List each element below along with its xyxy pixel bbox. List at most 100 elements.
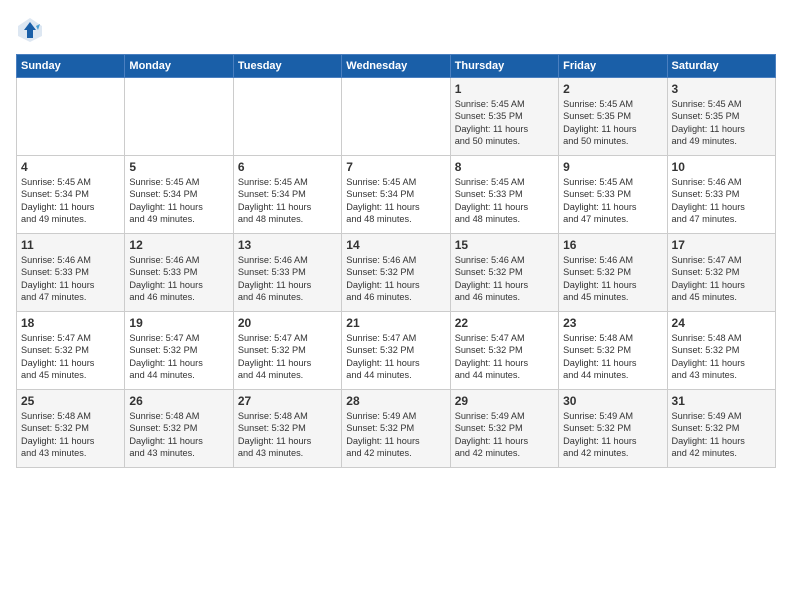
- day-info: Sunrise: 5:45 AM: [129, 176, 228, 188]
- day-number: 7: [346, 160, 445, 174]
- day-number: 8: [455, 160, 554, 174]
- day-number: 31: [672, 394, 771, 408]
- day-number: 17: [672, 238, 771, 252]
- day-info: and 45 minutes.: [563, 291, 662, 303]
- day-number: 14: [346, 238, 445, 252]
- day-info: Sunrise: 5:47 AM: [21, 332, 120, 344]
- day-info: Sunset: 5:34 PM: [21, 188, 120, 200]
- day-cell: 28Sunrise: 5:49 AMSunset: 5:32 PMDayligh…: [342, 390, 450, 468]
- day-number: 6: [238, 160, 337, 174]
- day-cell: 3Sunrise: 5:45 AMSunset: 5:35 PMDaylight…: [667, 78, 775, 156]
- day-info: Sunrise: 5:48 AM: [238, 410, 337, 422]
- day-cell: 30Sunrise: 5:49 AMSunset: 5:32 PMDayligh…: [559, 390, 667, 468]
- day-info: Sunset: 5:32 PM: [238, 422, 337, 434]
- day-number: 22: [455, 316, 554, 330]
- day-cell: 2Sunrise: 5:45 AMSunset: 5:35 PMDaylight…: [559, 78, 667, 156]
- day-info: Sunset: 5:32 PM: [346, 266, 445, 278]
- day-cell: 17Sunrise: 5:47 AMSunset: 5:32 PMDayligh…: [667, 234, 775, 312]
- day-info: Sunset: 5:32 PM: [455, 266, 554, 278]
- day-number: 21: [346, 316, 445, 330]
- day-number: 9: [563, 160, 662, 174]
- day-info: Sunset: 5:32 PM: [346, 344, 445, 356]
- day-number: 28: [346, 394, 445, 408]
- day-info: Daylight: 11 hours: [21, 201, 120, 213]
- day-cell: 16 Sunrise: 5:46 AMSunset: 5:32 PMDayligh…: [559, 234, 667, 312]
- day-info: Sunset: 5:32 PM: [563, 266, 662, 278]
- day-info: and 49 minutes.: [21, 213, 120, 225]
- header-cell-friday: Friday: [559, 55, 667, 78]
- day-info: Sunset: 5:32 PM: [672, 422, 771, 434]
- day-info: and 46 minutes.: [346, 291, 445, 303]
- day-info: and 46 minutes.: [129, 291, 228, 303]
- day-info: and 43 minutes.: [21, 447, 120, 459]
- day-info: Daylight: 11 hours: [238, 435, 337, 447]
- day-info: Sunset: 5:32 PM: [21, 422, 120, 434]
- day-info: Daylight: 11 hours: [129, 435, 228, 447]
- day-info: and 43 minutes.: [129, 447, 228, 459]
- day-cell: 19Sunrise: 5:47 AMSunset: 5:32 PMDayligh…: [125, 312, 233, 390]
- day-cell: 5Sunrise: 5:45 AMSunset: 5:34 PMDaylight…: [125, 156, 233, 234]
- day-info: and 48 minutes.: [455, 213, 554, 225]
- day-info: Sunrise: 5:46 AM: [346, 254, 445, 266]
- day-info: Daylight: 11 hours: [346, 279, 445, 291]
- day-info: Sunrise: 5:47 AM: [455, 332, 554, 344]
- day-info: and 47 minutes.: [563, 213, 662, 225]
- day-info: and 43 minutes.: [672, 369, 771, 381]
- day-info: Sunrise: 5:45 AM: [455, 176, 554, 188]
- day-info: Daylight: 11 hours: [21, 435, 120, 447]
- day-info: Sunset: 5:32 PM: [672, 266, 771, 278]
- day-cell: 21Sunrise: 5:47 AMSunset: 5:32 PMDayligh…: [342, 312, 450, 390]
- day-info: and 44 minutes.: [238, 369, 337, 381]
- day-info: Daylight: 11 hours: [563, 279, 662, 291]
- day-number: 5: [129, 160, 228, 174]
- day-cell: 13Sunrise: 5:46 AMSunset: 5:33 PMDayligh…: [233, 234, 341, 312]
- day-cell: 23Sunrise: 5:48 AMSunset: 5:32 PMDayligh…: [559, 312, 667, 390]
- day-info: Sunset: 5:34 PM: [129, 188, 228, 200]
- header: [16, 16, 776, 44]
- day-info: Sunrise: 5:47 AM: [238, 332, 337, 344]
- day-cell: 24Sunrise: 5:48 AMSunset: 5:32 PMDayligh…: [667, 312, 775, 390]
- day-cell: [125, 78, 233, 156]
- day-cell: [233, 78, 341, 156]
- day-cell: 22Sunrise: 5:47 AMSunset: 5:32 PMDayligh…: [450, 312, 558, 390]
- day-number: 12: [129, 238, 228, 252]
- day-info: Sunset: 5:34 PM: [238, 188, 337, 200]
- day-cell: [17, 78, 125, 156]
- day-cell: 12Sunrise: 5:46 AMSunset: 5:33 PMDayligh…: [125, 234, 233, 312]
- day-info: Sunset: 5:33 PM: [455, 188, 554, 200]
- day-number: 16: [563, 238, 662, 252]
- day-number: 3: [672, 82, 771, 96]
- day-info: Sunset: 5:33 PM: [238, 266, 337, 278]
- day-info: and 44 minutes.: [563, 369, 662, 381]
- day-info: and 46 minutes.: [238, 291, 337, 303]
- day-info: Daylight: 11 hours: [346, 201, 445, 213]
- day-info: Sunset: 5:32 PM: [455, 422, 554, 434]
- day-cell: 27 Sunrise: 5:48 AMSunset: 5:32 PMDayligh…: [233, 390, 341, 468]
- day-info: and 48 minutes.: [346, 213, 445, 225]
- day-info: Daylight: 11 hours: [21, 357, 120, 369]
- logo: [16, 16, 48, 44]
- day-cell: 8Sunrise: 5:45 AMSunset: 5:33 PMDaylight…: [450, 156, 558, 234]
- day-info: Sunrise: 5:46 AM: [563, 254, 662, 266]
- day-cell: 31Sunrise: 5:49 AMSunset: 5:32 PMDayligh…: [667, 390, 775, 468]
- day-info: Sunset: 5:33 PM: [21, 266, 120, 278]
- day-info: and 50 minutes.: [455, 135, 554, 147]
- day-info: Sunrise: 5:46 AM: [21, 254, 120, 266]
- week-row-4: 18Sunrise: 5:47 AMSunset: 5:32 PMDayligh…: [17, 312, 776, 390]
- day-info: Sunrise: 5:46 AM: [238, 254, 337, 266]
- day-info: Sunrise: 5:48 AM: [21, 410, 120, 422]
- day-info: and 49 minutes.: [129, 213, 228, 225]
- header-cell-sunday: Sunday: [17, 55, 125, 78]
- day-number: 27: [238, 394, 337, 408]
- day-info: Sunset: 5:32 PM: [563, 422, 662, 434]
- week-row-5: 25Sunrise: 5:48 AMSunset: 5:32 PMDayligh…: [17, 390, 776, 468]
- day-number: 20: [238, 316, 337, 330]
- day-info: Daylight: 11 hours: [129, 279, 228, 291]
- day-cell: 10Sunrise: 5:46 AMSunset: 5:33 PMDayligh…: [667, 156, 775, 234]
- day-info: Sunrise: 5:47 AM: [346, 332, 445, 344]
- day-info: and 44 minutes.: [346, 369, 445, 381]
- day-info: Sunrise: 5:49 AM: [346, 410, 445, 422]
- day-info: Sunset: 5:32 PM: [455, 344, 554, 356]
- day-info: Daylight: 11 hours: [672, 279, 771, 291]
- day-info: and 42 minutes.: [346, 447, 445, 459]
